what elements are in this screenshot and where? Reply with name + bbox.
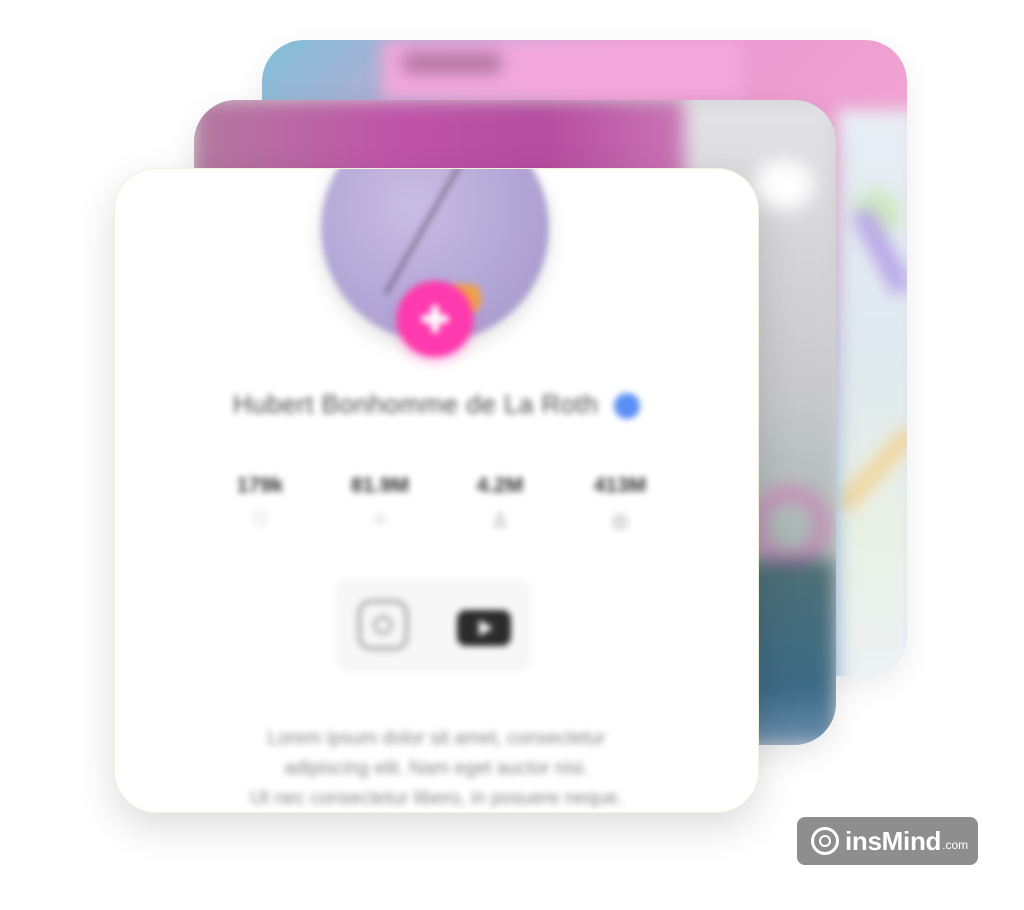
- profile-bio: Lorem ipsum dolor sit amet, consectetur …: [185, 724, 688, 812]
- avatar-detail: [383, 169, 463, 295]
- card-front-blurred-content: Hubert Bonhomme de La Roth 179k ♡ 81.9M …: [115, 169, 758, 812]
- watermark-brand: insMind: [845, 825, 942, 856]
- profile-name-row: Hubert Bonhomme de La Roth: [115, 389, 758, 420]
- chat-icon: ○: [373, 508, 387, 530]
- insmind-logo-icon: [811, 827, 839, 855]
- youtube-icon[interactable]: [457, 610, 511, 646]
- stat-comments: 81.9M ○: [335, 474, 425, 533]
- heart-icon: ♡: [251, 510, 269, 532]
- stat-likes: 179k ♡: [215, 474, 305, 533]
- card-back-header-text: [402, 52, 502, 74]
- stat-value: 81.9M: [350, 474, 410, 497]
- profile-stats: 179k ♡ 81.9M ○ 4.2M ♙ 413M ◎: [215, 474, 665, 533]
- stat-views: 413M ◎: [575, 474, 665, 533]
- user-icon: ♙: [491, 510, 509, 532]
- heart-icon: [754, 160, 814, 210]
- profile-card-front[interactable]: Hubert Bonhomme de La Roth 179k ♡ 81.9M …: [114, 168, 759, 813]
- instagram-icon[interactable]: [357, 599, 409, 651]
- stat-value: 179k: [236, 474, 284, 497]
- stat-value: 413M: [593, 474, 647, 497]
- stat-value: 4.2M: [476, 474, 524, 497]
- insmind-watermark: insMind .com: [797, 817, 978, 865]
- verified-badge-icon: [614, 393, 641, 420]
- bio-line: Lorem ipsum dolor sit amet, consectetur: [267, 728, 606, 749]
- profile-name: Hubert Bonhomme de La Roth: [232, 389, 599, 419]
- bio-line: Ut nec consectetur libero, in posuere ne…: [250, 788, 623, 809]
- card-stack-stage: Hubert Bonhomme de La Roth 179k ♡ 81.9M …: [0, 0, 1024, 910]
- social-links: [335, 579, 531, 671]
- bio-line: adipiscing elit. Nam eget auctor nisi.: [284, 758, 589, 779]
- eye-icon: ◎: [611, 510, 629, 532]
- stat-followers: 4.2M ♙: [455, 474, 545, 533]
- plus-icon: [431, 305, 439, 333]
- watermark-domain: .com: [942, 838, 969, 852]
- ring-icon: [754, 490, 826, 562]
- follow-plus-button[interactable]: [397, 281, 473, 357]
